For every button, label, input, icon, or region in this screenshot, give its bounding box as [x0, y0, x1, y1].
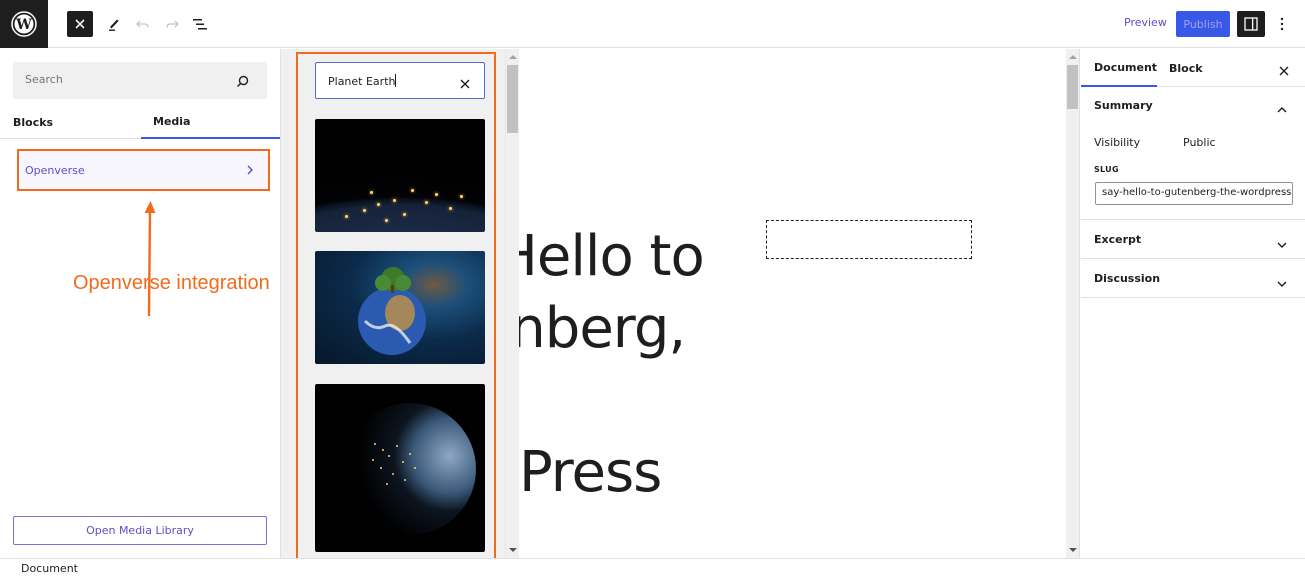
title-line: Gutenberg,: [519, 296, 686, 361]
inserter-tabs: Blocks Media: [0, 105, 280, 139]
list-view-button[interactable]: [189, 13, 211, 35]
scrollbar-thumb[interactable]: [1067, 65, 1078, 109]
publish-button[interactable]: Publish: [1176, 11, 1230, 37]
undo-icon: [136, 20, 149, 28]
scrollbar-thumb[interactable]: [507, 65, 518, 133]
breadcrumb-document[interactable]: Document: [21, 562, 78, 575]
block-editor: W Preview Publish Search Blocks Media Op…: [0, 0, 1305, 578]
slug-label: SLUG: [1094, 165, 1119, 174]
redo-icon: [166, 20, 179, 28]
tab-media[interactable]: Media: [141, 105, 280, 139]
earth-night-illustration: [344, 403, 476, 535]
editor-footer: Document: [0, 558, 1305, 578]
excerpt-toggle[interactable]: Excerpt: [1094, 233, 1141, 246]
settings-toggle-button[interactable]: [1237, 11, 1265, 37]
block-drop-placeholder[interactable]: [766, 220, 972, 259]
post-title[interactable]: Say Hello to Gutenberg, the WordPress: [519, 221, 1066, 509]
chevron-down-icon[interactable]: [1277, 273, 1287, 292]
list-view-icon: [193, 19, 207, 30]
chevron-right-icon: [247, 165, 253, 175]
tab-block[interactable]: Block: [1169, 49, 1203, 87]
tools-button[interactable]: [103, 13, 125, 35]
svg-text:W: W: [15, 17, 32, 33]
annotation-label: Openverse integration: [73, 272, 270, 294]
excerpt-panel[interactable]: Excerpt: [1081, 220, 1305, 259]
preview-button[interactable]: Preview: [1124, 16, 1167, 29]
tab-blocks[interactable]: Blocks: [13, 105, 53, 139]
close-sidebar-button[interactable]: [1279, 61, 1289, 80]
visibility-value[interactable]: Public: [1183, 136, 1216, 149]
wordpress-logo-icon[interactable]: W: [0, 0, 48, 48]
editor-canvas[interactable]: Say Hello to Gutenberg, the WordPress: [519, 49, 1066, 558]
openverse-result-image[interactable]: [315, 251, 485, 364]
scroll-down-arrow[interactable]: [509, 548, 517, 552]
close-icon: [75, 19, 85, 29]
block-inserter-panel: Search Blocks Media Openverse Openverse …: [0, 49, 281, 558]
editor-header: W Preview Publish: [0, 0, 1305, 48]
more-vertical-icon: [1280, 17, 1284, 31]
redo-button[interactable]: [161, 13, 183, 35]
discussion-panel[interactable]: Discussion: [1081, 259, 1305, 298]
pencil-icon: [109, 19, 119, 31]
summary-toggle[interactable]: Summary: [1094, 99, 1153, 112]
results-scrollbar[interactable]: [505, 49, 519, 558]
options-button[interactable]: [1275, 13, 1289, 35]
tab-document[interactable]: Document: [1081, 49, 1157, 87]
close-icon: [1279, 66, 1289, 76]
openverse-result-image[interactable]: [315, 119, 485, 232]
slug-input[interactable]: say-hello-to-gutenberg-the-wordpress-edi…: [1095, 182, 1293, 205]
media-category-openverse[interactable]: Openverse: [17, 149, 270, 191]
title-line: WordPress: [519, 440, 662, 505]
search-placeholder: Search: [25, 73, 63, 86]
sidebar-toggle-icon: [1244, 17, 1258, 31]
canvas-scrollbar[interactable]: [1066, 49, 1080, 558]
earth-tree-illustration: [358, 267, 426, 355]
open-media-library-button[interactable]: Open Media Library: [13, 516, 267, 545]
clear-search-icon[interactable]: [460, 74, 470, 93]
openverse-search-input[interactable]: Planet Earth: [315, 62, 485, 99]
openverse-label: Openverse: [25, 163, 85, 177]
visibility-label: Visibility: [1094, 136, 1141, 149]
scroll-up-arrow[interactable]: [509, 55, 517, 59]
close-inserter-button[interactable]: [67, 11, 93, 37]
openverse-search-value: Planet Earth: [328, 74, 397, 88]
scroll-down-arrow[interactable]: [1069, 548, 1077, 552]
settings-sidebar: Document Block Summary Visibility Public…: [1081, 49, 1305, 558]
summary-panel: Summary Visibility Public SLUG say-hello…: [1081, 87, 1305, 220]
sidebar-tabs: Document Block: [1081, 49, 1305, 87]
openverse-result-image[interactable]: [315, 384, 485, 552]
inserter-search-input[interactable]: Search: [13, 62, 267, 99]
annotation-arrow: [144, 201, 156, 317]
chevron-down-icon[interactable]: [1277, 234, 1287, 253]
scroll-up-arrow[interactable]: [1069, 55, 1077, 59]
undo-button[interactable]: [132, 13, 154, 35]
chevron-up-icon[interactable]: [1277, 99, 1287, 118]
discussion-toggle[interactable]: Discussion: [1094, 272, 1160, 285]
search-icon: [236, 73, 249, 92]
